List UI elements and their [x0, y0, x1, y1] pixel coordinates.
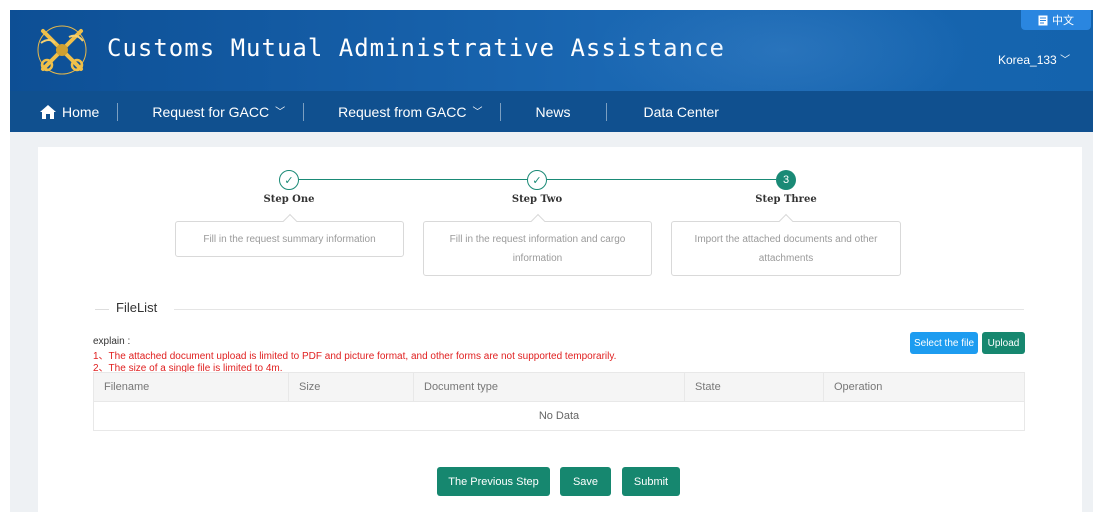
nav-divider	[500, 102, 502, 121]
column-header-document-type: Document type	[414, 373, 685, 401]
chevron-down-icon: ﹀	[1060, 55, 1071, 66]
nav-divider	[303, 102, 305, 121]
step-connector	[547, 179, 776, 180]
column-header-filename: Filename	[94, 373, 289, 401]
table-empty-row: No Data	[94, 401, 1024, 430]
username: Korea_133	[998, 53, 1057, 67]
user-menu[interactable]: Korea_133 ﹀	[998, 52, 1070, 67]
step-connector	[299, 179, 528, 180]
column-header-state: State	[685, 373, 824, 401]
column-header-operation: Operation	[834, 381, 883, 393]
customs-emblem-logo	[37, 25, 87, 75]
file-table: Filename Size Document type State Operat…	[93, 372, 1025, 431]
step-two-check-icon: ✓	[527, 170, 547, 190]
nav-request-for-gacc[interactable]: Request for GACC ﹀	[152, 91, 285, 132]
nav-divider	[117, 102, 119, 121]
step-one-title: Step One	[263, 194, 315, 205]
document-icon	[1038, 15, 1048, 25]
nav-request-from-gacc-label: Request from GACC	[338, 103, 467, 120]
site-header: Customs Mutual Administrative Assistance…	[10, 10, 1093, 91]
nav-request-from-gacc[interactable]: Request from GACC ﹀	[338, 91, 482, 132]
section-divider	[95, 309, 109, 310]
step-two-description: Fill in the request information and carg…	[423, 213, 652, 276]
nav-home-label: Home	[62, 103, 100, 120]
home-icon	[40, 104, 56, 119]
column-header-size: Size	[289, 373, 414, 401]
site-title: Customs Mutual Administrative Assistance	[107, 34, 725, 62]
language-switch-button[interactable]: 中文	[1021, 10, 1091, 30]
nav-request-for-gacc-label: Request for GACC	[152, 103, 270, 120]
nav-data-center-label: Data Center	[643, 103, 719, 120]
submit-button[interactable]: Submit	[622, 467, 680, 496]
nav-divider	[606, 102, 608, 121]
language-label: 中文	[1052, 15, 1074, 27]
chevron-down-icon: ﹀	[275, 107, 286, 118]
empty-state-text: No Data	[538, 410, 580, 422]
chevron-down-icon: ﹀	[472, 107, 483, 118]
main-nav: Home Request for GACC ﹀ Request from GAC…	[10, 91, 1093, 132]
step-one-check-icon: ✓	[279, 170, 299, 190]
nav-home[interactable]: Home	[40, 91, 99, 132]
step-two-description-text: Fill in the request information and carg…	[449, 233, 626, 264]
previous-step-button[interactable]: The Previous Step	[437, 467, 550, 496]
section-divider	[174, 309, 1024, 310]
filelist-title: FileList	[116, 300, 158, 315]
step-three-number: 3	[776, 170, 796, 190]
upload-button[interactable]: Upload	[982, 332, 1025, 354]
nav-data-center[interactable]: Data Center	[643, 91, 718, 132]
step-three-description-text: Import the attached documents and other …	[694, 233, 878, 264]
step-one-description: Fill in the request summary information	[175, 213, 404, 257]
nav-news[interactable]: News	[535, 91, 570, 132]
explain-label: explain :	[93, 336, 131, 347]
table-header: Filename Size Document type State Operat…	[94, 373, 1024, 401]
select-file-button[interactable]: Select the file	[910, 332, 978, 354]
save-button[interactable]: Save	[560, 467, 611, 496]
step-three-title: Step Three	[755, 194, 817, 205]
step-one-description-text: Fill in the request summary information	[203, 233, 376, 245]
nav-news-label: News	[535, 103, 571, 120]
step-three-description: Import the attached documents and other …	[671, 213, 901, 276]
step-two-title: Step Two	[511, 194, 563, 205]
